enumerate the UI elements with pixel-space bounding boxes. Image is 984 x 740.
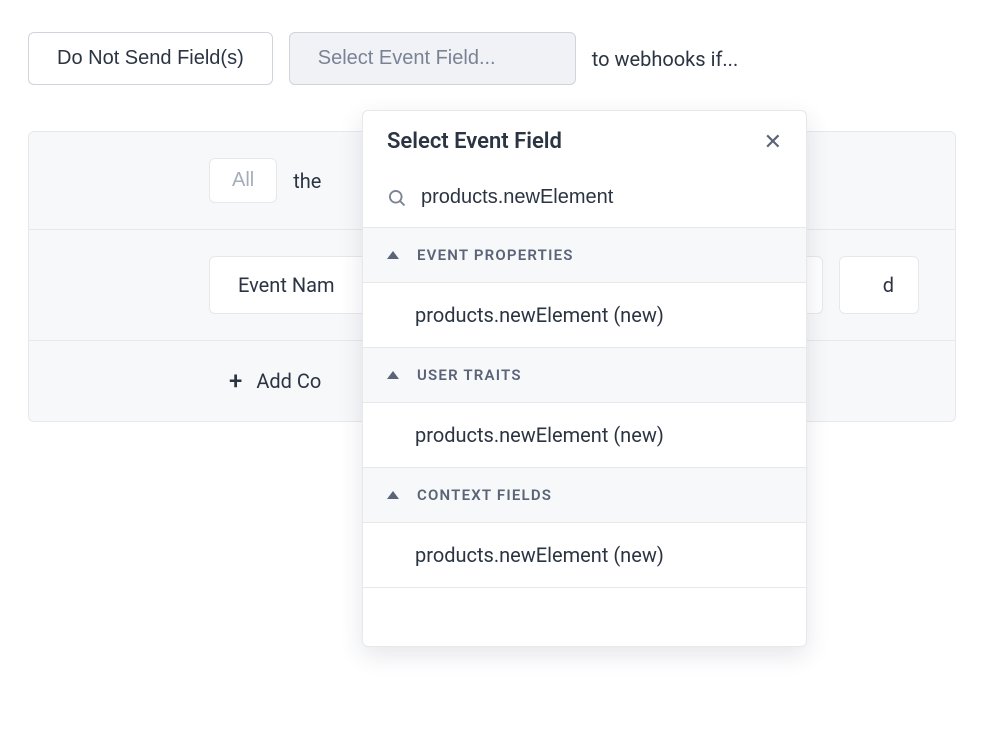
section-context-fields[interactable]: Context Fields [363,468,806,523]
section-label: Context Fields [417,486,552,504]
trailing-text: to webhooks if... [592,47,738,71]
option-user-traits[interactable]: products.newElement (new) [363,403,806,468]
search-input[interactable] [421,186,782,209]
rule-builder-row: Do Not Send Field(s) Select Event Field.… [0,0,984,85]
option-context-fields[interactable]: products.newElement (new) [363,523,806,588]
option-event-properties[interactable]: products.newElement (new) [363,283,806,348]
condition-right-field[interactable]: d [839,256,919,314]
select-event-field-popover: Select Event Field ✕ Event Properties pr… [362,110,807,647]
select-event-field-button[interactable]: Select Event Field... [289,32,576,85]
chevron-up-icon [387,491,399,499]
section-label: Event Properties [417,246,574,264]
section-label: User Traits [417,366,522,384]
close-icon: ✕ [764,129,782,154]
add-condition-label: Add Co [256,369,321,393]
match-all-button[interactable]: All [209,158,277,203]
popover-spacer [363,588,806,646]
do-not-send-button[interactable]: Do Not Send Field(s) [28,32,273,85]
chevron-up-icon [387,371,399,379]
popover-title: Select Event Field [387,129,562,154]
search-row [363,172,806,228]
search-icon [387,188,407,208]
chevron-up-icon [387,251,399,259]
the-label: the [293,169,321,193]
popover-header: Select Event Field ✕ [363,111,806,172]
section-event-properties[interactable]: Event Properties [363,228,806,283]
section-user-traits[interactable]: User Traits [363,348,806,403]
close-button[interactable]: ✕ [764,131,782,153]
plus-icon: + [229,367,242,395]
